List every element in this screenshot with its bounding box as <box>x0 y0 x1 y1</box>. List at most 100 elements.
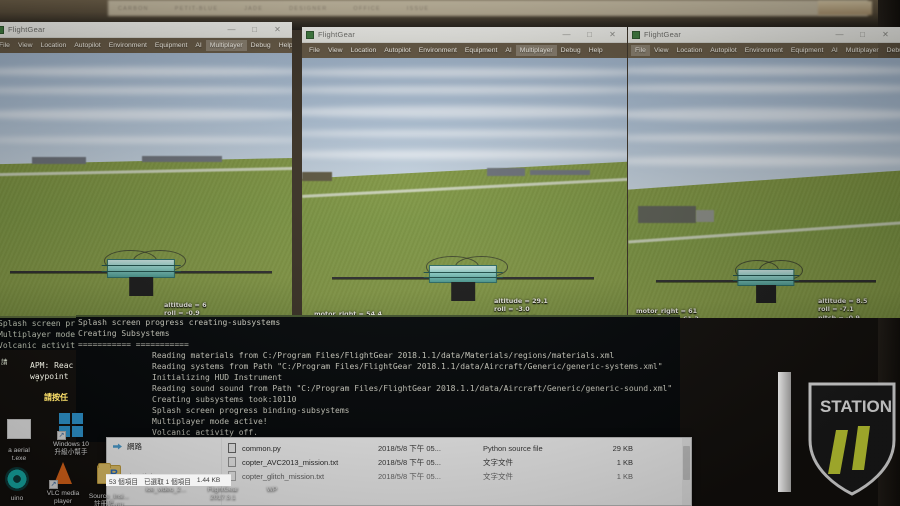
menu-item-multiplayer[interactable]: Multiplayer <box>205 40 247 51</box>
minimize-icon[interactable]: — <box>835 30 844 39</box>
background-menu-item: CARBON <box>118 6 149 12</box>
horizon-treeline <box>302 172 332 181</box>
window-1-viewport[interactable]: motor_right = 58.3motor_left = 58motor_f… <box>0 53 292 318</box>
ime-hint-faint: • <box>36 378 39 385</box>
desktop-icon-wp[interactable]: WP <box>252 486 292 494</box>
menu-item-multiplayer[interactable]: Multiplayer <box>842 45 883 56</box>
item-count: 53 個項目 <box>109 478 138 486</box>
menu-item-file[interactable]: File <box>0 40 14 51</box>
quad-gimbal <box>129 276 153 296</box>
file-date-cell: 2018/5/8 下午 05... <box>378 471 441 481</box>
file-size-cell: 1 KB <box>616 471 633 481</box>
menu-item-ai[interactable]: AI <box>191 40 205 51</box>
menu-item-file[interactable]: File <box>631 45 650 56</box>
window-1-controls[interactable]: — □ ✕ <box>227 25 288 34</box>
media-file-icon <box>6 419 32 445</box>
explorer-scrollbar[interactable] <box>682 438 691 505</box>
console-line: Multiplayer mode active! <box>152 417 268 426</box>
menu-item-help[interactable]: Help <box>275 40 292 51</box>
menu-item-help[interactable]: Help <box>585 45 607 56</box>
close-icon[interactable]: ✕ <box>881 30 890 39</box>
menu-item-ai[interactable]: AI <box>827 45 841 56</box>
arduino-icon <box>4 467 30 493</box>
desktop-icon-windows10[interactable]: ↗ Windows 10 升級小幫手 <box>40 412 102 457</box>
maximize-icon[interactable]: □ <box>585 30 594 39</box>
window-2-viewport[interactable]: motor_right = 54.4motor_left = 54.7motor… <box>302 58 627 318</box>
minimize-icon[interactable]: — <box>562 30 571 39</box>
menu-item-view[interactable]: View <box>14 40 37 51</box>
menu-item-environment[interactable]: Environment <box>415 45 461 56</box>
flightgear-window-2[interactable]: FlightGear — □ ✕ File View Location Auto… <box>302 27 627 318</box>
menu-item-location[interactable]: Location <box>673 45 707 56</box>
desktop-icon-label: WP <box>266 486 278 493</box>
menu-item-location[interactable]: Location <box>347 45 381 56</box>
glare-strip <box>778 372 791 492</box>
console-line: Creating Subsystems <box>78 329 170 338</box>
flightgear-app-icon <box>0 25 4 34</box>
background-poster-menu: CARBON PETIT-BLUE JADE DESIGNER OFFICE I… <box>118 3 758 15</box>
background-menu-item: DESIGNER <box>289 6 328 12</box>
explorer-status-bar: 53 個項目 已選取 1 個項目 1.44 KB <box>106 474 231 486</box>
menu-item-location[interactable]: Location <box>37 40 71 51</box>
window-3-titlebar[interactable]: FlightGear — □ ✕ <box>628 27 900 43</box>
file-name-cell: common.py <box>228 443 378 453</box>
menu-item-debug[interactable]: Debug <box>557 45 585 56</box>
selected-size: 1.44 KB <box>196 477 221 484</box>
menu-item-equipment[interactable]: Equipment <box>787 45 828 56</box>
menu-item-autopilot[interactable]: Autopilot <box>380 45 414 56</box>
maximize-icon[interactable]: □ <box>250 25 259 34</box>
flightgear-window-1[interactable]: FlightGear — □ ✕ File View Location Auto… <box>0 22 292 318</box>
minimize-icon[interactable]: — <box>227 25 236 34</box>
window-3-controls[interactable]: — □ ✕ <box>835 30 896 39</box>
close-icon[interactable]: ✕ <box>273 25 282 34</box>
explorer-file-list[interactable]: common.py 2018/5/8 下午 05... Python sourc… <box>222 438 691 505</box>
file-date-cell: 2018/5/8 下午 05... <box>378 443 441 453</box>
window-2-menubar[interactable]: File View Location Autopilot Environment… <box>302 43 627 58</box>
menu-item-equipment[interactable]: Equipment <box>461 45 502 56</box>
desktop-icon-ice-video[interactable]: ice_video_2... <box>136 486 196 494</box>
menu-item-autopilot[interactable]: Autopilot <box>70 40 104 51</box>
table-row[interactable]: common.py 2018/5/8 下午 05... Python sourc… <box>222 441 691 455</box>
window-2-controls[interactable]: — □ ✕ <box>562 30 623 39</box>
horizon-building <box>487 168 525 176</box>
hangar-building <box>638 206 696 223</box>
scrollbar-thumb[interactable] <box>683 446 690 480</box>
menu-item-debug[interactable]: Debug <box>883 45 900 56</box>
menu-item-view[interactable]: View <box>324 45 347 56</box>
menu-item-equipment[interactable]: Equipment <box>151 40 192 51</box>
desktop-icon-flightgear[interactable]: FlightGear 2017.3.1 <box>192 486 254 502</box>
menu-item-ai[interactable]: AI <box>501 45 515 56</box>
flightgear-window-3[interactable]: FlightGear — □ ✕ File View Location Auto… <box>628 27 900 318</box>
maximize-icon[interactable]: □ <box>858 30 867 39</box>
python-file-icon <box>228 443 236 453</box>
menu-item-file[interactable]: File <box>305 45 324 56</box>
horizon-building <box>32 157 86 164</box>
flightgear-app-icon <box>632 30 640 39</box>
menu-item-multiplayer[interactable]: Multiplayer <box>515 45 557 56</box>
ime-hint-overlay: 請按任 <box>44 393 68 402</box>
desktop-icon-label: Windows 10 <box>53 441 89 448</box>
window-3-menubar[interactable]: File View Location Autopilot Environment… <box>628 43 900 58</box>
window-2-titlebar[interactable]: FlightGear — □ ✕ <box>302 27 627 43</box>
file-name-cell: copter_glitch_mission.txt <box>228 471 378 481</box>
nav-item-network[interactable]: 網路 <box>107 438 221 455</box>
table-row[interactable]: copter_AVC2013_mission.txt 2018/5/8 下午 0… <box>222 455 691 469</box>
console-line: =========== =========== <box>78 340 189 349</box>
desktop-icon-label2: 2017.3.1 <box>210 494 236 501</box>
shortcut-badge-icon: ↗ <box>49 480 58 489</box>
table-row[interactable]: copter_glitch_mission.txt 2018/5/8 下午 05… <box>222 469 691 483</box>
console-line: Splash screen progress creating-subsyste… <box>78 318 281 327</box>
menu-item-environment[interactable]: Environment <box>741 45 787 56</box>
menu-item-autopilot[interactable]: Autopilot <box>706 45 740 56</box>
window-1-menubar[interactable]: File View Location Autopilot Environment… <box>0 38 292 53</box>
menu-item-view[interactable]: View <box>650 45 673 56</box>
window-3-viewport[interactable]: motor_right = 61motor_left = 61.3motor_f… <box>628 58 900 318</box>
file-size-cell: 29 KB <box>612 443 633 453</box>
menu-item-environment[interactable]: Environment <box>105 40 151 51</box>
menu-item-debug[interactable]: Debug <box>247 40 275 51</box>
file-size-cell: 1 KB <box>616 457 633 467</box>
shortcut-badge-icon: ↗ <box>57 431 66 440</box>
window-1-titlebar[interactable]: FlightGear — □ ✕ <box>0 22 292 38</box>
console-window-front[interactable]: Splash screen progress creating-subsyste… <box>76 315 680 442</box>
close-icon[interactable]: ✕ <box>608 30 617 39</box>
